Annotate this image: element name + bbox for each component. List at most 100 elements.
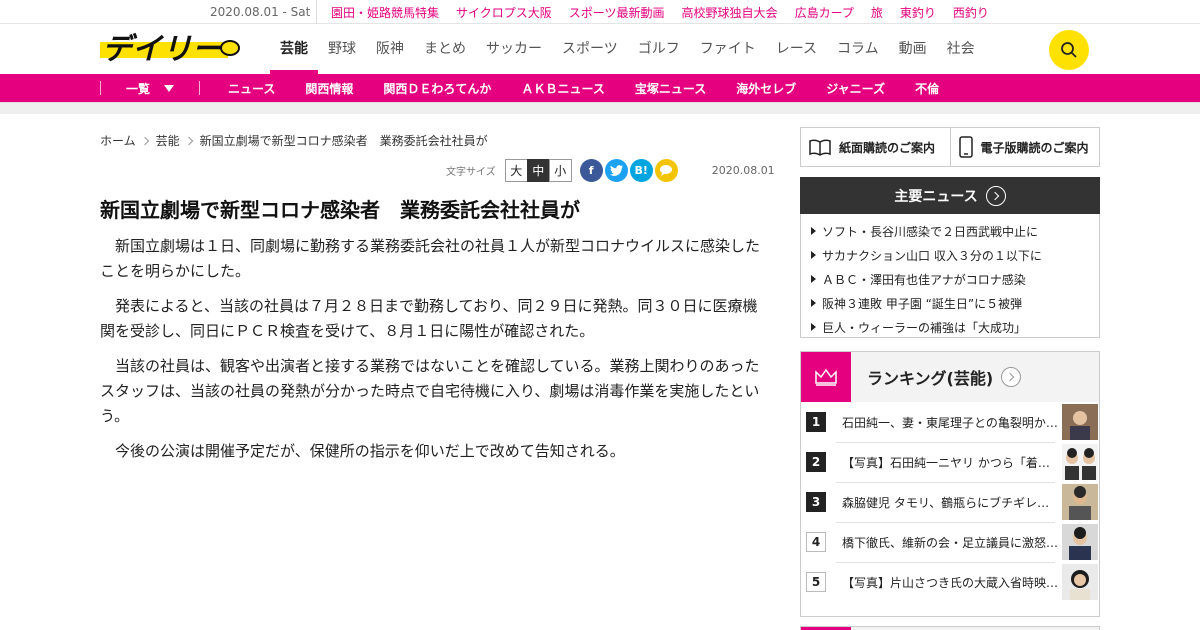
twitter-bird-icon	[609, 164, 623, 176]
nav-item-yakyu[interactable]: 野球	[318, 24, 366, 74]
nav-item-golf[interactable]: ゴルフ	[628, 24, 690, 74]
top-link[interactable]: 東釣り	[900, 4, 936, 21]
top-bar: 2020.08.01 - Sat 園田・姫路競馬特集 サイクロプス大阪 スポーツ…	[0, 0, 1200, 24]
font-size-small-button[interactable]: 小	[548, 158, 572, 182]
digital-subscription-button[interactable]: 電子版購読のご案内	[949, 128, 1100, 166]
paper-subscription-button[interactable]: 紙面購読のご案内	[801, 128, 950, 166]
top-link[interactable]: 広島カープ	[795, 4, 854, 21]
nav-item-sports[interactable]: スポーツ	[552, 24, 628, 74]
sub-nav: 一覧 ニュース 関西情報 関西ＤＥわろてんか ＡＫＢニュース 宝塚ニュース 海外…	[0, 74, 1200, 102]
nav-item-fight[interactable]: ファイト	[690, 24, 766, 74]
subnav-item[interactable]: ジャニーズ	[826, 80, 885, 97]
logo-text: デイリー	[102, 32, 223, 64]
nav-item-column[interactable]: コラム	[827, 24, 889, 74]
font-size-medium-button[interactable]: 中	[526, 158, 550, 182]
nav-item-hanshin[interactable]: 阪神	[366, 24, 414, 74]
paper-subscription-label: 紙面購読のご案内	[839, 140, 936, 155]
subnav-item[interactable]: 宝塚ニュース	[635, 80, 706, 97]
smartphone-icon	[958, 136, 973, 158]
top-link[interactable]: 高校野球独自大会	[682, 4, 778, 21]
subnav-item[interactable]: 海外セレブ	[736, 80, 796, 97]
top-link[interactable]: 西釣り	[953, 4, 989, 21]
rank-number: 5	[806, 572, 826, 592]
subnav-item[interactable]: ＡＫＢニュース	[521, 80, 604, 97]
article-paragraph: 発表によると、当該の社員は７月２８日まで勤務しており、同２９日に発熱。同３０日に…	[100, 297, 758, 340]
daily-logo[interactable]: デイリー	[100, 32, 240, 64]
subnav-item[interactable]: 関西情報	[305, 80, 353, 97]
nav-item-soccer[interactable]: サッカー	[476, 24, 552, 74]
next-section-box	[800, 626, 1100, 630]
twitter-share-icon[interactable]	[604, 158, 628, 182]
subnav-item[interactable]: 関西ＤＥわろてんか	[383, 80, 491, 97]
breadcrumb-home[interactable]: ホーム	[100, 132, 136, 149]
top-link[interactable]: スポーツ最新動画	[569, 4, 665, 21]
chevron-right-icon	[184, 136, 193, 145]
divider	[199, 81, 200, 95]
subnav-item[interactable]: ニュース	[228, 80, 275, 97]
header-divider	[0, 102, 1200, 114]
nav-item-geinou[interactable]: 芸能	[270, 24, 318, 74]
top-date: 2020.08.01 - Sat	[210, 5, 311, 19]
article-tools: 文字サイズ 大 中 小 f B! 2020.08.01	[446, 158, 775, 182]
main-news-list: ソフト・長谷川感染で２日西武戦中止に サカナクション山口 収入３分の１以下に Ａ…	[800, 214, 1100, 338]
hatena-bookmark-icon[interactable]: B!	[629, 158, 653, 182]
list-dropdown[interactable]: 一覧	[101, 80, 199, 97]
ranking-item[interactable]: 2 【写真】石田純一ニヤリ かつら「着…	[801, 442, 1099, 482]
ranking-item[interactable]: 1 石田純一、妻・東尾理子との亀裂明か…	[801, 402, 1099, 442]
ranking-item[interactable]: 4 橋下徹氏、維新の会・足立議員に激怒…	[801, 522, 1099, 562]
font-size-label: 文字サイズ	[446, 166, 496, 178]
main-news-header[interactable]: 主要ニュース	[800, 177, 1100, 214]
nav-item-video[interactable]: 動画	[889, 24, 937, 74]
news-item[interactable]: ＡＢＣ・澤田有也佳アナがコロナ感染	[801, 267, 1099, 291]
chat-share-icon[interactable]	[654, 158, 678, 182]
ranking-header[interactable]: ランキング(芸能)	[801, 352, 1099, 402]
top-link[interactable]: 園田・姫路競馬特集	[331, 4, 439, 21]
site-header: デイリー 芸能 野球 阪神 まとめ サッカー スポーツ ゴルフ ファイト レース…	[0, 24, 1200, 74]
top-link[interactable]: 旅	[871, 4, 883, 21]
ranking-title: ランキング(芸能)	[867, 369, 994, 388]
news-item[interactable]: サカナクション山口 収入３分の１以下に	[801, 243, 1099, 267]
rank-number: 3	[806, 492, 826, 512]
rank-text: 橋下徹氏、維新の会・足立議員に激怒…	[842, 535, 1058, 550]
publish-date: 2020.08.01	[711, 163, 775, 177]
facebook-share-icon[interactable]: f	[579, 158, 603, 182]
book-icon	[809, 139, 831, 156]
article-title: 新国立劇場で新型コロナ感染者 業務委託会社社員が	[100, 198, 580, 222]
nav-item-matome[interactable]: まとめ	[414, 24, 476, 74]
main-news-title: 主要ニュース	[894, 188, 978, 205]
top-link[interactable]: サイクロプス大阪	[456, 4, 552, 21]
top-links: 園田・姫路競馬特集 サイクロプス大阪 スポーツ最新動画 高校野球独自大会 広島カ…	[316, 0, 1006, 24]
crown-icon	[801, 352, 851, 402]
breadcrumb: ホーム 芸能 新国立劇場で新型コロナ感染者 業務委託会社社員が	[100, 132, 488, 149]
nav-item-society[interactable]: 社会	[937, 24, 985, 74]
chat-bubble-icon	[660, 165, 673, 176]
article-paragraph: 当該の社員は、観客や出演者と接する業務ではないことを確認している。業務上関わりの…	[100, 357, 760, 425]
rank-thumbnail	[1062, 524, 1098, 560]
news-item[interactable]: ソフト・長谷川感染で２日西武戦中止に	[801, 219, 1099, 243]
subscription-buttons: 紙面購読のご案内 電子版購読のご案内	[800, 127, 1100, 167]
news-item[interactable]: 阪神３連敗 甲子園 “誕生日”に５被弾	[801, 291, 1099, 315]
rank-text: 森脇健児 タモリ、鶴瓶らにブチギレ…	[842, 495, 1050, 510]
rank-thumbnail	[1062, 484, 1098, 520]
ranking-box: ランキング(芸能) 1 石田純一、妻・東尾理子との亀裂明か… 2 【写真】石田純…	[800, 351, 1100, 617]
nav-item-race[interactable]: レース	[766, 24, 827, 74]
search-button[interactable]	[1049, 30, 1089, 70]
article-body: 新国立劇場は１日、同劇場に勤務する業務委託会社の社員１人が新型コロナウイルスに感…	[100, 234, 770, 474]
breadcrumb-current: 新国立劇場で新型コロナ感染者 業務委託会社社員が	[199, 134, 488, 148]
news-item[interactable]: 巨人・ウィーラーの補強は「大成功」	[801, 315, 1099, 339]
search-icon	[1061, 42, 1077, 58]
rank-thumbnail	[1062, 564, 1098, 600]
subnav-item[interactable]: 不倫	[915, 80, 939, 97]
chevron-right-circle-icon	[1001, 367, 1022, 387]
rank-text: 石田純一、妻・東尾理子との亀裂明か…	[842, 415, 1058, 430]
chevron-right-icon	[140, 136, 149, 145]
ranking-item[interactable]: 3 森脇健児 タモリ、鶴瓶らにブチギレ…	[801, 482, 1099, 522]
chevron-down-icon	[164, 84, 174, 92]
font-size-large-button[interactable]: 大	[504, 158, 528, 182]
digital-subscription-label: 電子版購読のご案内	[980, 140, 1089, 155]
list-dropdown-label: 一覧	[125, 81, 150, 96]
ranking-item[interactable]: 5 【写真】片山さつき氏の大蔵入省時映…	[801, 562, 1099, 602]
article-paragraph: 今後の公演は開催予定だが、保健所の指示を仰いだ上で改めて告知される。	[115, 442, 625, 460]
breadcrumb-category[interactable]: 芸能	[156, 132, 180, 149]
main-nav: 芸能 野球 阪神 まとめ サッカー スポーツ ゴルフ ファイト レース コラム …	[270, 24, 985, 74]
